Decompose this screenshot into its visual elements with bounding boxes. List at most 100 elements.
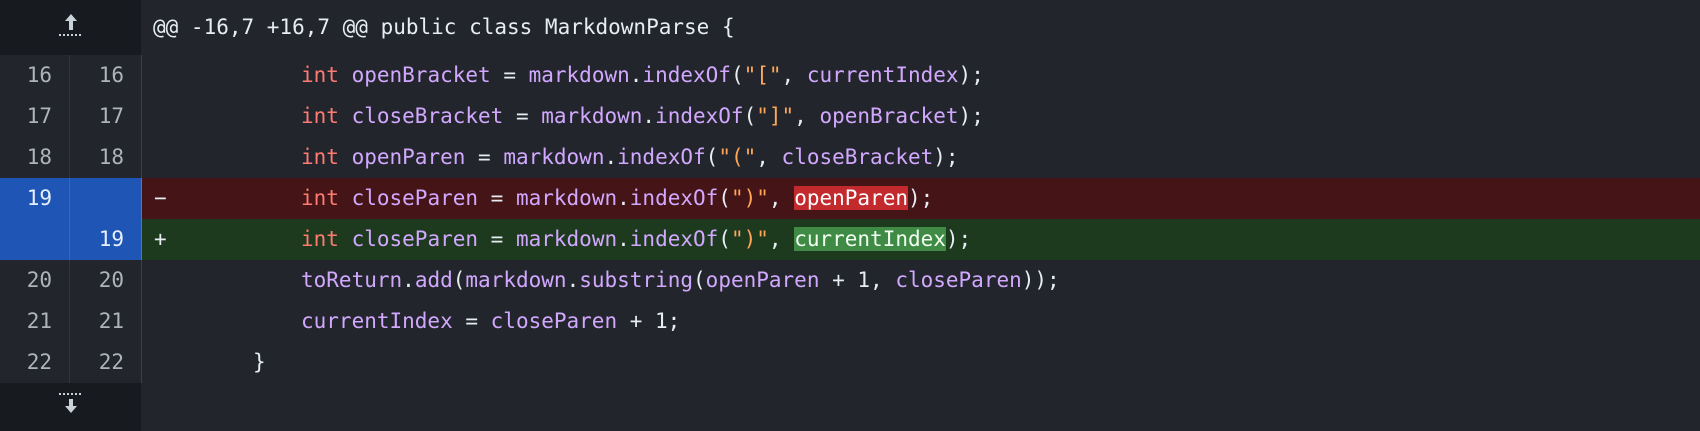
code-token: openBracket [351,63,491,87]
new-line-number[interactable]: 20 [70,260,141,301]
code-cell: } [142,342,1700,383]
code-token: . [642,104,656,128]
old-line-number[interactable]: 18 [0,137,70,178]
code-token: indexOf [617,145,706,169]
code-token: closeBracket [781,145,934,169]
code-token: "[" [743,63,782,87]
new-line-number[interactable] [70,178,141,219]
code-token: int [301,104,339,128]
code-token: ( [718,186,731,210]
code-token: ); [945,227,972,251]
diff-line: 20 20 toReturn.add(markdown.substring(open… [0,260,1700,301]
code-line: int closeParen = markdown.indexOf(")", c… [301,219,971,260]
expand-up-icon [58,14,81,36]
code-cell: int closeBracket = markdown.indexOf("]",… [142,96,1700,137]
code-token: indexOf [642,63,731,87]
changed-token: currentIndex [794,227,946,251]
code-token: = [478,227,516,251]
hunk-header-row: @@ -16,7 +16,7 @@ public class MarkdownP… [0,0,1700,55]
hunk-header: @@ -16,7 +16,7 @@ public class MarkdownP… [153,15,735,39]
code-token: ")" [730,227,769,251]
code-token: . [617,227,630,251]
code-token: substring [579,268,694,292]
code-token: ); [933,145,959,169]
code-line: int openParen = markdown.indexOf("(", cl… [301,137,959,178]
code-token: ")" [730,186,769,210]
expand-up-button[interactable] [0,0,141,55]
code-token: = [478,186,516,210]
code-token: closeParen [351,186,479,210]
new-line-number[interactable]: 17 [70,96,141,137]
diff-view: @@ -16,7 +16,7 @@ public class MarkdownP… [0,0,1700,431]
diff-marker: − [154,186,167,210]
old-line-number[interactable]: 16 [0,55,70,96]
code-token: "(" [718,145,757,169]
code-cell: currentIndex = closeParen + 1; [142,301,1700,342]
code-line: int closeBracket = markdown.indexOf("]",… [301,96,984,137]
diff-line: 21 21 currentIndex = closeParen + 1; [0,301,1700,342]
code-cell: toReturn.add(markdown.substring(openPare… [142,260,1700,301]
new-line-number[interactable]: 19 [70,219,141,260]
old-line-number[interactable] [0,219,70,260]
code-token: = [452,309,491,333]
diff-line: 17 17 int closeBracket = markdown.indexOf(… [0,96,1700,137]
code-cell: + int closeParen = markdown.indexOf(")", … [142,219,1700,260]
code-token: )); [1021,268,1060,292]
code-token: markdown [465,268,567,292]
code-token: openParen [351,145,466,169]
new-line-number[interactable]: 22 [70,342,141,383]
code-token: , [768,227,795,251]
code-cell: − int closeParen = markdown.indexOf(")", … [142,178,1700,219]
code-token: ); [958,63,984,87]
code-token: markdown [515,227,618,251]
diff-marker: + [154,227,167,251]
code-token: ); [958,104,984,128]
code-token: = [465,145,504,169]
code-line: } [253,342,266,383]
code-token: = [490,63,529,87]
code-token: , [794,104,820,128]
old-line-number[interactable]: 21 [0,301,70,342]
old-line-number[interactable]: 20 [0,260,70,301]
code-line: currentIndex = closeParen + 1; [301,301,680,342]
code-token: . [617,186,630,210]
new-line-number[interactable]: 18 [70,137,141,178]
code-token: markdown [515,186,618,210]
code-token: ( [452,268,466,292]
code-token: . [402,268,415,292]
code-token: . [629,63,643,87]
old-line-number[interactable]: 22 [0,342,70,383]
code-token: closeBracket [351,104,504,128]
changed-token: openParen [794,186,908,210]
code-token: int [301,145,339,169]
code-token: closeParen [351,227,479,251]
new-line-number[interactable]: 21 [70,301,141,342]
code-token: int [301,63,339,87]
code-token: ); [907,186,934,210]
code-token: ( [705,145,719,169]
code-token: + 1; [617,309,681,333]
code-token: "]" [756,104,795,128]
diff-line: 16 16 int openBracket = markdown.indexOf("… [0,55,1700,96]
code-token: indexOf [629,186,719,210]
code-token: ( [743,104,757,128]
code-cell: int openParen = markdown.indexOf("(", cl… [142,137,1700,178]
old-line-number[interactable]: 19 [0,178,70,219]
code-token: markdown [528,63,630,87]
code-token: currentIndex [806,63,959,87]
code-token: . [566,268,580,292]
code-token: ( [730,63,744,87]
code-token: + 1, [819,268,896,292]
old-line-number[interactable]: 17 [0,96,70,137]
code-token: add [414,268,453,292]
code-token: indexOf [629,227,719,251]
code-cell: int openBracket = markdown.indexOf("[", … [142,55,1700,96]
new-line-number[interactable]: 16 [70,55,141,96]
code-token: toReturn [301,268,403,292]
code-line: int closeParen = markdown.indexOf(")", o… [301,178,933,219]
